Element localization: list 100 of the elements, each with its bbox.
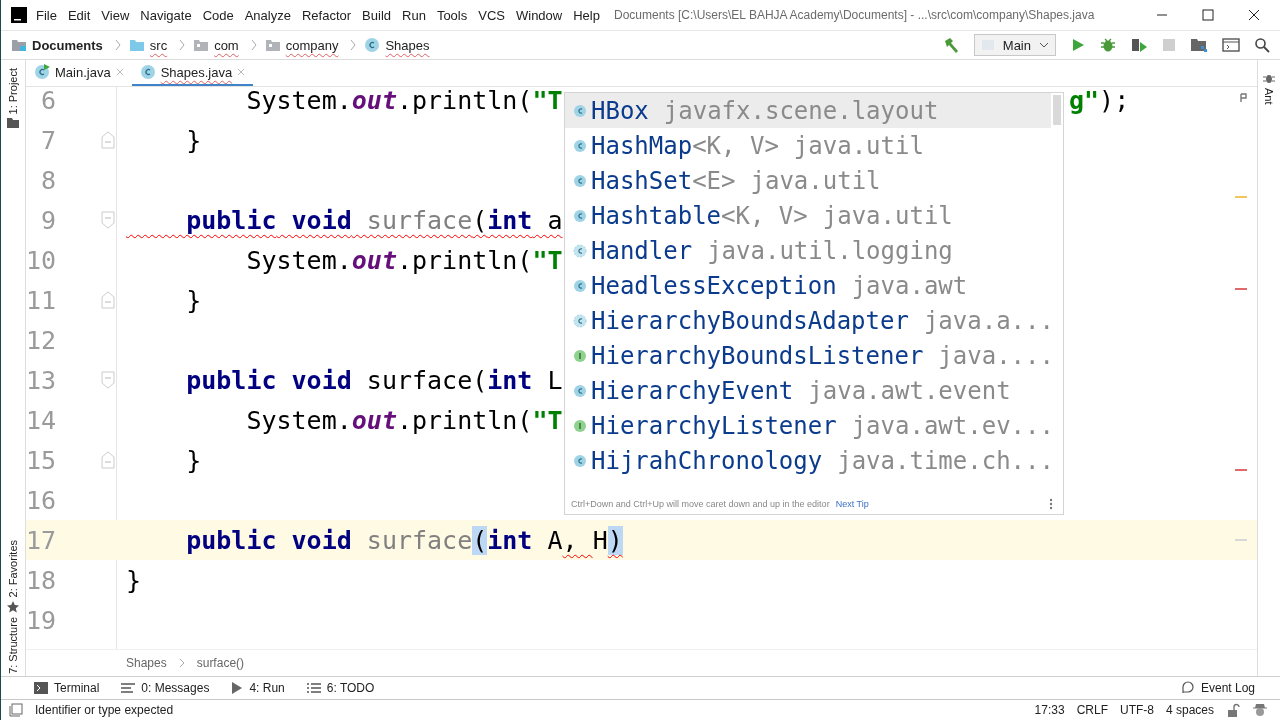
warning-marker[interactable]	[1235, 196, 1247, 198]
status-message: Identifier or type expected	[35, 703, 174, 717]
chevron-icon	[250, 39, 257, 51]
breadcrumb-item[interactable]: com	[214, 37, 239, 53]
interface-icon	[573, 418, 587, 433]
event-log-button[interactable]: Event Log	[1180, 681, 1255, 695]
tool-window-button[interactable]: Ant	[1263, 70, 1275, 107]
breadcrumb-item[interactable]: src	[149, 37, 168, 53]
completion-item[interactable]: HashSet<E> java.util	[565, 163, 1051, 198]
panel-toggle-icon[interactable]	[9, 703, 23, 717]
tool-window-button[interactable]: 7: Structure	[7, 615, 19, 676]
class-icon	[573, 278, 587, 293]
error-marker[interactable]	[1235, 288, 1247, 290]
line-separator[interactable]: CRLF	[1076, 703, 1108, 717]
menu-item[interactable]: Analyze	[239, 7, 296, 23]
tool-window-tab[interactable]: 4: Run	[231, 681, 285, 695]
next-tip-link[interactable]: Next Tip	[835, 499, 869, 509]
completion-item[interactable]: HierarchyBoundsListener java....	[565, 338, 1051, 373]
folder-icon	[128, 37, 145, 53]
line-number: 9	[39, 205, 56, 235]
star-icon	[7, 601, 19, 614]
class-icon	[364, 37, 381, 53]
window-title: Documents [C:\Users\EL BAHJA Academy\Documents] - ...\src\com\company\Shapes.java	[613, 8, 1095, 22]
maximize-icon[interactable]	[1202, 9, 1214, 21]
editor-tab[interactable]: Main.java	[26, 60, 132, 86]
code-line: System.out.println("T	[245, 87, 563, 115]
breadcrumb-item[interactable]: company	[285, 37, 339, 53]
inspection-icon[interactable]	[1239, 93, 1249, 103]
speech-bubble-icon	[1180, 681, 1195, 695]
breadcrumb-item[interactable]: Shapes	[126, 656, 167, 670]
menu-item[interactable]: Edit	[62, 7, 96, 23]
chevron-icon	[178, 658, 185, 668]
menu-item[interactable]: Run	[397, 7, 431, 23]
completion-item[interactable]: HashMap<K, V> java.util	[565, 128, 1051, 163]
completion-item[interactable]: HijrahChronology java.time.ch...	[565, 443, 1051, 478]
menu-item[interactable]: VCS	[473, 7, 510, 23]
search-icon[interactable]	[1254, 37, 1270, 53]
code-line: }	[185, 125, 202, 155]
breadcrumb-item[interactable]: surface()	[196, 656, 245, 670]
line-number: 6	[39, 87, 56, 115]
folder-icon	[7, 118, 19, 129]
bug-icon[interactable]	[1100, 37, 1116, 53]
lines-icon	[121, 681, 136, 695]
run-configuration-dropdown[interactable]: Main	[973, 34, 1056, 56]
run-icon[interactable]	[1070, 37, 1086, 53]
line-number: 16	[26, 485, 56, 515]
menu-item[interactable]: Window	[510, 7, 568, 23]
fold-marker-icon[interactable]	[101, 291, 115, 309]
app-logo-icon	[11, 7, 27, 23]
tool-window-tab[interactable]: 0: Messages	[121, 681, 210, 695]
coverage-icon[interactable]	[1130, 37, 1148, 53]
completion-item[interactable]: HierarchyBoundsAdapter java.a...	[565, 303, 1051, 338]
menu-item[interactable]: File	[31, 7, 62, 23]
fold-marker-icon[interactable]	[101, 371, 115, 389]
editor-tab[interactable]: Shapes.java	[131, 60, 254, 86]
chevron-icon	[114, 39, 121, 51]
indent-setting[interactable]: 4 spaces	[1165, 703, 1214, 717]
completion-item[interactable]: Hashtable<K, V> java.util	[565, 198, 1051, 233]
menu-item[interactable]: Refactor	[296, 7, 357, 23]
project-structure-icon[interactable]	[1190, 37, 1208, 53]
breadcrumb-item[interactable]: Documents	[32, 37, 103, 53]
line-number: 14	[26, 405, 56, 435]
menu-item[interactable]: Build	[357, 7, 396, 23]
fold-marker-icon[interactable]	[101, 451, 115, 469]
menu-item[interactable]: Code	[197, 7, 239, 23]
menu-item[interactable]: View	[96, 7, 135, 23]
code-line: public void surface(int L	[185, 365, 563, 395]
menu-item[interactable]: Navigate	[135, 7, 197, 23]
list-icon	[306, 681, 321, 695]
line-number: 19	[26, 605, 56, 635]
line-number: 7	[39, 125, 56, 155]
completion-item[interactable]: HierarchyListener java.awt.ev...	[565, 408, 1051, 443]
menu-item[interactable]: Help	[568, 7, 605, 23]
tool-window-tab[interactable]: Terminal	[34, 681, 100, 695]
terminal-icon	[34, 681, 48, 695]
tool-window-button[interactable]: 1: Project	[7, 66, 19, 131]
class-icon	[573, 138, 587, 153]
error-marker[interactable]	[1235, 469, 1247, 471]
more-icon[interactable]	[1049, 498, 1053, 510]
fold-marker-icon[interactable]	[101, 131, 115, 149]
completion-item[interactable]: Handler java.util.logging	[565, 233, 1051, 268]
completion-item[interactable]: HierarchyEvent java.awt.event	[565, 373, 1051, 408]
file-encoding[interactable]: UTF-8	[1119, 703, 1154, 717]
fold-marker-icon[interactable]	[101, 211, 115, 229]
abstract-class-icon	[573, 313, 587, 328]
lock-icon[interactable]	[1226, 703, 1240, 717]
tool-window-button[interactable]: 2: Favorites	[7, 537, 19, 616]
completion-item[interactable]: HeadlessException java.awt	[565, 268, 1051, 303]
caret-position[interactable]: 17:33	[1034, 703, 1065, 717]
close-icon[interactable]	[1248, 9, 1260, 21]
inspector-icon[interactable]	[1252, 702, 1268, 718]
completion-item[interactable]: HBox javafx.scene.layout	[565, 93, 1051, 128]
menu-item[interactable]: Tools	[431, 7, 473, 23]
tool-window-tab[interactable]: 6: TODO	[306, 681, 375, 695]
scrollbar[interactable]	[1053, 95, 1061, 125]
code-line: }	[185, 285, 202, 315]
window-icon[interactable]	[1222, 37, 1240, 53]
line-number: 8	[39, 165, 56, 195]
breadcrumb-item[interactable]: Shapes	[385, 37, 430, 53]
hint-text: Ctrl+Down and Ctrl+Up will move caret down and up in the editor	[571, 499, 830, 509]
